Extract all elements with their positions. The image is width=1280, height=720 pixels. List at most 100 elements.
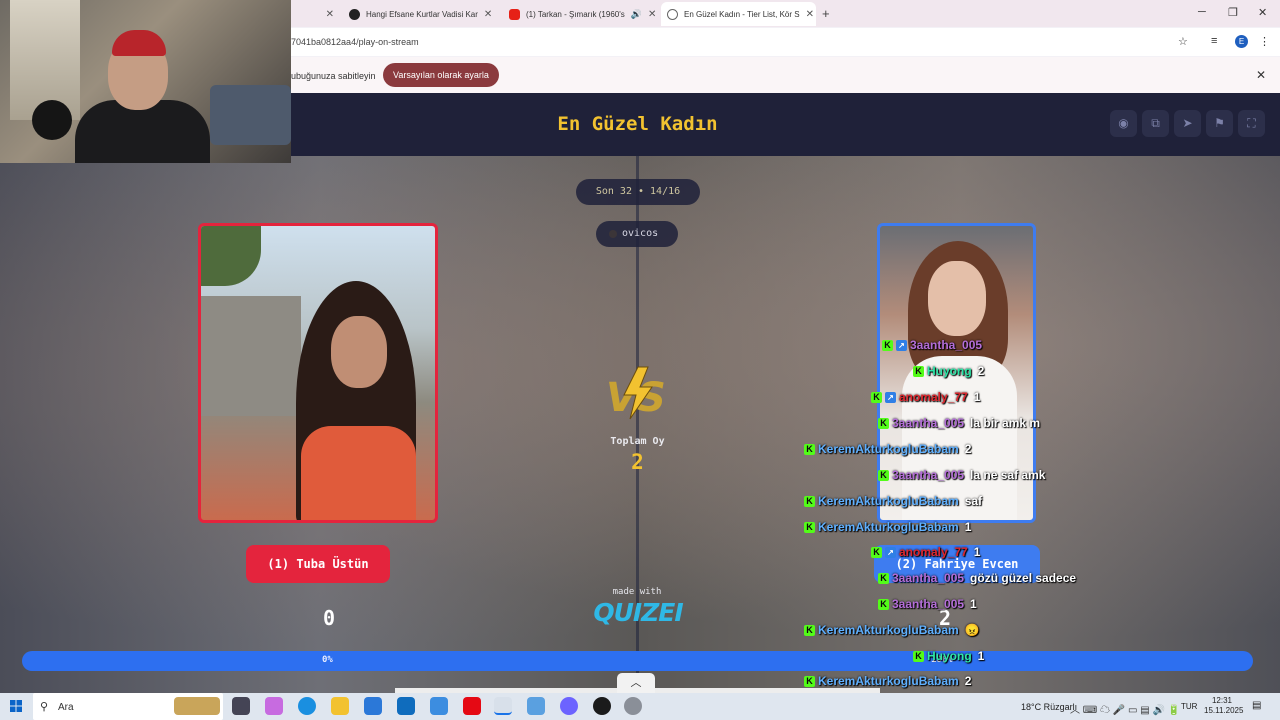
chat-username[interactable]: 3aantha_005 — [910, 338, 982, 352]
store-icon[interactable] — [364, 697, 382, 715]
chat-username[interactable]: anomaly_77 — [899, 390, 968, 404]
infobar-text: ubuğunuza sabitleyin — [291, 71, 376, 81]
send-icon[interactable]: ➤ — [1174, 110, 1201, 137]
chat-username[interactable]: KeremAkturkogluBabam — [818, 674, 959, 688]
chat-message: K 3aantha_005 gözü güzel sadece — [878, 571, 1076, 585]
windows-start-icon[interactable] — [10, 700, 22, 712]
media-controls-icon[interactable]: ≡ — [1211, 35, 1217, 47]
infobar-close-icon[interactable]: ✕ — [1256, 68, 1266, 82]
clock-date: 15.11.2025 — [1204, 706, 1244, 715]
set-default-button[interactable]: Varsayılan olarak ayarla — [383, 63, 499, 87]
search-highlight-icon — [174, 697, 220, 715]
chat-username[interactable]: 3aantha_005 — [892, 468, 964, 482]
notification-icon[interactable]: ▤ — [1252, 700, 1261, 711]
kick-badge-icon: K — [804, 624, 815, 636]
app-icon[interactable] — [527, 697, 545, 715]
kick-badge-icon: K — [913, 650, 924, 662]
discord-icon[interactable] — [560, 697, 578, 715]
chat-username[interactable]: anomaly_77 — [899, 545, 968, 559]
chat-username[interactable]: 3aantha_005 — [892, 416, 964, 430]
kick-badge-icon: K — [804, 675, 815, 687]
restore-icon[interactable]: ❐ — [1228, 6, 1238, 19]
kick-badge-icon: K — [882, 339, 893, 351]
chat-username[interactable]: Huyong — [927, 364, 972, 378]
taskbar-search-input[interactable]: Ara — [58, 702, 74, 713]
obs-icon[interactable] — [593, 697, 611, 715]
chat-text: 1 — [977, 649, 985, 663]
user-pill: ovicos — [596, 221, 678, 247]
kick-badge-icon: K — [871, 546, 882, 558]
audio-icon: 🔊 — [630, 8, 642, 19]
chat-username[interactable]: 3aantha_005 — [892, 571, 964, 585]
weather-widget[interactable]: 18°C Rüzgarlı — [1021, 702, 1077, 712]
chat-text: 1 — [970, 597, 977, 611]
close-tab-icon[interactable]: ✕ — [484, 9, 492, 20]
kick-badge-icon: K — [878, 469, 889, 481]
globe-icon — [667, 8, 678, 20]
menu-kebab-icon[interactable]: ⋮ — [1259, 35, 1270, 48]
chat-text: gözü güzel sadece — [970, 571, 1077, 585]
profile-avatar[interactable]: E — [1235, 35, 1248, 48]
quiz-page: En Güzel Kadın ◉ ⧉ ➤ ⚑ ⛶ Son 32 • 14/16 … — [0, 93, 1280, 693]
photo-ruins — [201, 296, 301, 416]
kick-badge-icon: K — [804, 521, 815, 533]
kick-badge-icon: K — [878, 417, 889, 429]
chat-message: K Huyong 1 — [913, 649, 984, 663]
close-tab-icon[interactable]: ✕ — [648, 9, 656, 20]
chat-username[interactable]: KeremAkturkogluBabam — [818, 442, 959, 456]
total-votes-value: 2 — [631, 450, 644, 474]
flag-icon[interactable]: ⚑ — [1206, 110, 1233, 137]
contestant-left-image[interactable] — [198, 223, 438, 523]
fullscreen-icon[interactable]: ⛶ — [1238, 110, 1265, 137]
chat-username[interactable]: KeremAkturkogluBabam — [818, 494, 959, 508]
webcam-streamer-cap — [112, 30, 166, 56]
tab-truncated[interactable]: ✕ — [300, 2, 340, 26]
netflix-icon[interactable] — [463, 697, 481, 715]
url-field[interactable]: 7041ba0812aa4/play-on-stream — [291, 37, 419, 47]
chat-text: la ne saf amk — [970, 468, 1046, 482]
quizei-logo[interactable]: QUIZEI — [590, 598, 686, 627]
chat-message: K ↗ anomaly_77 1 — [871, 390, 980, 404]
microphone-icon — [32, 100, 72, 140]
chat-username[interactable]: 3aantha_005 — [892, 597, 964, 611]
chat-username[interactable]: KeremAkturkogluBabam — [818, 520, 959, 534]
chevron-up-icon[interactable]: ︿ — [617, 673, 655, 693]
chat-username[interactable]: KeremAkturkogluBabam — [818, 623, 959, 637]
app-icon[interactable] — [624, 697, 642, 715]
minimize-icon[interactable]: ─ — [1198, 6, 1206, 18]
close-window-icon[interactable]: ✕ — [1258, 6, 1267, 19]
tab-label: En Güzel Kadın - Tier List, Kör S — [684, 9, 800, 19]
vote-left-button[interactable]: (1) Tuba Üstün — [246, 545, 390, 583]
round-indicator: Son 32 • 14/16 — [576, 179, 700, 205]
eye-icon[interactable]: ◉ — [1110, 110, 1137, 137]
new-tab-button[interactable]: + — [822, 6, 830, 21]
clock[interactable]: 12:31 15.11.2025 — [1204, 696, 1244, 716]
copilot-icon[interactable] — [265, 697, 283, 715]
chat-text: 2 — [964, 442, 972, 456]
close-tab-icon[interactable]: ✕ — [326, 9, 334, 20]
chat-message: K 3aantha_005 1 — [878, 597, 977, 611]
photo-top — [301, 426, 416, 520]
close-tab-icon[interactable]: ✕ — [806, 9, 814, 20]
task-view-icon[interactable] — [232, 697, 250, 715]
language-indicator[interactable]: TUR — [1181, 702, 1197, 711]
app-icon[interactable] — [430, 697, 448, 715]
kick-badge-icon: K — [804, 495, 815, 507]
chat-text: 😠 — [964, 623, 980, 637]
tab-tarkan[interactable]: (1) Tarkan - Şımarık (1960's 🔊 ✕ — [503, 2, 658, 26]
chat-username[interactable]: Huyong — [927, 649, 972, 663]
search-icon: ⚲ — [40, 701, 49, 713]
chat-message: K KeremAkturkogluBabam 2 — [804, 674, 971, 688]
share-icon[interactable]: ⧉ — [1142, 110, 1169, 137]
chat-message: K KeremAkturkogluBabam saf — [804, 494, 982, 508]
tab-en-guzel-kadin[interactable]: En Güzel Kadın - Tier List, Kör S ✕ — [661, 2, 816, 26]
outlook-icon[interactable] — [397, 697, 415, 715]
edge-icon[interactable] — [298, 697, 316, 715]
left-percentage: 0% — [322, 655, 333, 665]
bookmark-star-icon[interactable]: ☆ — [1178, 35, 1188, 48]
chat-text: 2 — [964, 674, 972, 688]
system-tray-icons[interactable]: ︿ ⌨ ☁ 🎤 ▭ ▤ 🔊 🔋 — [1070, 701, 1180, 716]
file-explorer-icon[interactable] — [331, 697, 349, 715]
chrome-icon[interactable] — [494, 697, 512, 715]
tab-kurtlar-vadisi[interactable]: Hangi Efsane Kurtlar Vadisi Kar ✕ — [343, 2, 498, 26]
